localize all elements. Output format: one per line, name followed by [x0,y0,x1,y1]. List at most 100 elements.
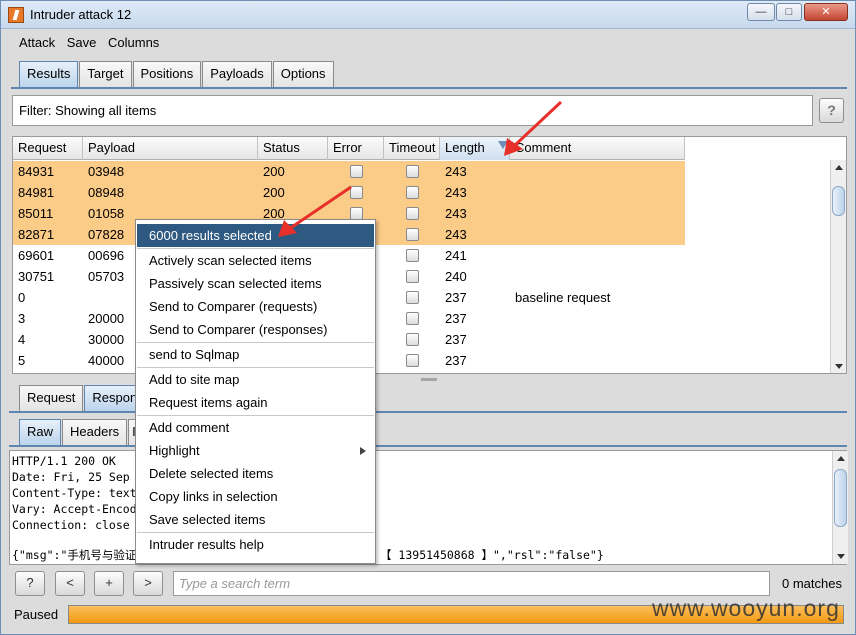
menu-actively-scan[interactable]: Actively scan selected items [137,249,374,272]
cell-comment: baseline request [515,290,611,305]
menu-send-comparer-requests[interactable]: Send to Comparer (requests) [137,295,374,318]
cell-request: 3 [18,311,26,326]
response-line: Content-Type: text [12,486,137,500]
search-input[interactable] [173,571,770,596]
cell-length: 243 [445,206,467,221]
timeout-checkbox [406,291,419,304]
response-scrollbar[interactable] [832,451,848,564]
tab-options[interactable]: Options [272,61,334,87]
cell-payload: 30000 [88,332,125,347]
tab-target[interactable]: Target [79,61,132,87]
cell-comment [510,350,515,371]
context-menu-selection-count: 6000 results selected [137,224,374,247]
column-request[interactable]: Request [13,137,83,160]
cell-length: 237 [445,311,467,326]
cell-status: 200 [263,164,285,179]
cell-length: 237 [445,353,467,368]
response-line: Connection: close [12,518,130,532]
menu-add-to-site-map[interactable]: Add to site map [137,368,374,391]
response-scroll-thumb[interactable] [834,469,847,527]
tab-payloads[interactable]: Payloads [202,61,272,87]
cell-comment [510,203,515,224]
cell-request: 0 [18,290,26,305]
menu-save-selected[interactable]: Save selected items [137,508,374,531]
cell-payload: 03948 [88,164,125,179]
cell-payload: 07828 [88,227,125,242]
response-body-end: 【 13951450868 】","rsl":"false"} [380,548,604,562]
cell-length: 243 [445,227,467,242]
menu-columns[interactable]: Columns [108,33,159,53]
menu-passively-scan[interactable]: Passively scan selected items [137,272,374,295]
minimize-button[interactable]: — [747,3,775,21]
cell-payload: 40000 [88,353,125,368]
scroll-up-icon[interactable] [837,456,845,461]
menu-attack[interactable]: Attack [19,33,55,53]
cell-status: 200 [263,185,285,200]
menu-add-comment[interactable]: Add comment [137,416,374,439]
search-prev-button[interactable]: < [55,571,85,596]
column-status[interactable]: Status [258,137,328,160]
cell-length: 237 [445,332,467,347]
maximize-button[interactable]: □ [776,3,802,21]
burp-app-icon [8,7,24,23]
intruder-window: Intruder attack 12 — □ ✕ Attack Save Col… [0,0,856,635]
table-row[interactable]: 84981 08948 200 243 [13,182,685,203]
menu-request-items-again[interactable]: Request items again [137,391,374,414]
column-length[interactable]: Length [440,137,510,160]
cell-comment [510,182,515,203]
tab-headers[interactable]: Headers [62,419,128,445]
table-scrollbar[interactable] [830,160,846,373]
cell-payload [83,287,88,308]
column-error[interactable]: Error [328,137,384,160]
menu-send-comparer-responses[interactable]: Send to Comparer (responses) [137,318,374,341]
table-scroll-thumb[interactable] [832,186,845,216]
search-next-button[interactable]: > [133,571,163,596]
timeout-checkbox [406,270,419,283]
column-timeout[interactable]: Timeout [384,137,440,160]
menu-save[interactable]: Save [67,33,97,53]
timeout-checkbox [406,207,419,220]
column-payload[interactable]: Payload [83,137,258,160]
submenu-arrow-icon [360,447,366,455]
cell-request: 4 [18,332,26,347]
tab-positions[interactable]: Positions [132,61,202,87]
cell-payload: 01058 [88,206,125,221]
tab-request[interactable]: Request [19,385,84,411]
menu-highlight-label: Highlight [149,443,200,458]
error-checkbox [350,165,363,178]
tab-results[interactable]: Results [19,61,79,87]
match-count: 0 matches [782,576,842,591]
close-button[interactable]: ✕ [804,3,848,21]
column-comment[interactable]: Comment [510,137,685,160]
cell-length: 243 [445,185,467,200]
scroll-down-icon[interactable] [835,364,843,369]
attack-status: Paused [14,607,59,622]
table-row[interactable]: 84931 03948 200 243 [13,161,685,182]
scroll-down-icon[interactable] [837,554,845,559]
cell-comment [510,224,515,245]
cell-request: 84981 [18,185,55,200]
scroll-up-icon[interactable] [835,165,843,170]
menu-copy-links[interactable]: Copy links in selection [137,485,374,508]
splitter-grip[interactable] [421,378,437,381]
view-tabs: Raw Headers I [19,419,141,445]
cell-length: 237 [445,290,467,305]
filter-bar[interactable]: Filter: Showing all items [12,95,813,126]
timeout-checkbox [406,312,419,325]
search-add-button[interactable]: + [94,571,124,596]
error-checkbox [350,186,363,199]
menu-intruder-help[interactable]: Intruder results help [137,533,374,556]
timeout-checkbox [406,186,419,199]
menu-delete-selected[interactable]: Delete selected items [137,462,374,485]
filter-help-button[interactable]: ? [819,98,844,123]
tab-raw[interactable]: Raw [19,419,62,445]
column-length-label: Length [445,140,485,155]
response-line: Vary: Accept-Encod [12,502,137,516]
cell-comment [510,161,515,182]
menu-highlight[interactable]: Highlight [137,439,374,462]
menu-send-to-sqlmap[interactable]: send to Sqlmap [137,343,374,366]
cell-length: 243 [445,164,467,179]
title-bar: Intruder attack 12 — □ ✕ [1,1,855,29]
search-help-button[interactable]: ? [15,571,45,596]
table-header: Request Payload Status Error Timeout Len… [13,137,685,160]
